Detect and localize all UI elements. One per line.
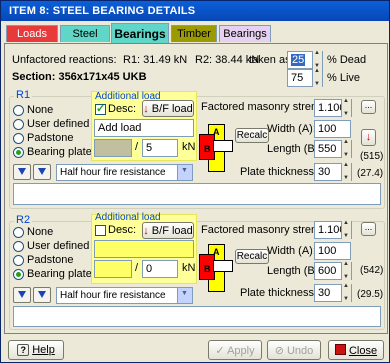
close-icon — [334, 344, 346, 355]
r1-masonry-spinner[interactable] — [341, 98, 351, 117]
r1-thickness-label: Plate thickness: — [240, 166, 318, 178]
dead-percent-value: 25 — [291, 54, 306, 66]
r1-length-hint: (515) — [360, 151, 384, 162]
section-label: Section: 356x171x45 UKB — [12, 71, 147, 83]
bearings-panel: Unfactored reactions: R1: 31.49 kN R2: 3… — [4, 43, 388, 334]
r2-thickness-label: Plate thickness: — [240, 287, 318, 299]
r1-fire-resistance-value: Half hour fire resistance — [60, 167, 166, 178]
r2-load-separator: / — [135, 262, 139, 274]
tab-timber-bearings[interactable]: Bearings — [219, 25, 271, 42]
r1-desc-checkbox[interactable] — [95, 102, 106, 115]
r2-thickness-spinner[interactable] — [341, 283, 351, 302]
r2-fire-dropdown-arrow — [177, 288, 192, 303]
undo-button[interactable]: ⊘ Undo — [267, 340, 321, 360]
help-button[interactable]: ? Help — [8, 340, 64, 360]
r1-desc-label: Desc: — [108, 103, 137, 115]
r1-thickness-hint: (27.4) — [357, 168, 384, 179]
r1-notes-area[interactable] — [13, 183, 381, 205]
r2-bearing-diagram: A B — [199, 244, 233, 294]
r1-fire-resistance-select[interactable]: Half hour fire resistance — [56, 164, 193, 181]
live-percent-input[interactable]: 75 — [287, 68, 323, 87]
r1-load-input[interactable]: 5 — [142, 139, 178, 157]
r2-masonry-more-button[interactable]: ... — [361, 222, 376, 236]
r2-length-input[interactable]: 600 — [314, 261, 352, 280]
tab-timber[interactable]: Timber — [171, 25, 217, 42]
r2-fire-resistance-select[interactable]: Half hour fire resistance — [56, 287, 193, 304]
r1-thickness-input[interactable]: 30 — [314, 162, 352, 181]
apply-button[interactable]: ✓ Apply — [208, 340, 262, 360]
r2-recalc-button[interactable]: Recalc — [235, 249, 269, 264]
r2-move-down-button[interactable] — [13, 287, 31, 303]
r2-arrow-down-icon: ↓ — [143, 225, 149, 237]
live-label: % Live — [327, 72, 361, 84]
live-percent-value: 75 — [291, 72, 304, 84]
window-title: ITEM 8: STEEL BEARING DETAILS — [1, 1, 389, 21]
r1-masonry-more-button[interactable]: ... — [361, 100, 376, 114]
live-percent-spinner[interactable] — [312, 68, 322, 87]
r2-thickness-hint: (29.5) — [357, 289, 384, 300]
r2-diagram-plate — [213, 260, 233, 272]
r1-load-separator: / — [135, 141, 139, 153]
r1-load-left-input[interactable] — [94, 139, 132, 157]
r2-fire-resistance-value: Half hour fire resistance — [60, 290, 166, 301]
tab-bar: Loads Steel Bearings Timber Bearings — [4, 23, 388, 43]
r2-bf-load-button[interactable]: ↓ B/F load — [142, 222, 194, 239]
r2-load-left-input[interactable] — [94, 260, 132, 278]
r1-bf-load-button[interactable]: ↓ B/F load — [142, 100, 194, 117]
r1-thickness-spinner[interactable] — [341, 162, 351, 181]
r1-title: R1 — [14, 89, 33, 101]
r1-desc-input[interactable]: Add load — [94, 119, 194, 137]
r1-length-input[interactable]: 550 — [314, 139, 352, 158]
dead-percent-input[interactable]: 25 — [287, 50, 323, 69]
r1-load-unit: kN — [182, 141, 196, 153]
steel-bearing-details-window: ITEM 8: STEEL BEARING DETAILS Loads Stee… — [0, 0, 390, 363]
r1-fire-dropdown-arrow — [177, 165, 192, 180]
r1-diagram-plate — [213, 140, 233, 152]
r1-recalc-button[interactable]: Recalc — [235, 128, 269, 143]
r2-width-input[interactable]: 100 — [314, 242, 351, 260]
unfactored-reactions-label: Unfactored reactions: — [12, 54, 117, 66]
r2-move-bottom-button[interactable] — [33, 287, 51, 303]
r1-arrow-down-button[interactable]: ↓ — [361, 129, 376, 146]
r2-masonry-input[interactable]: 1.100 — [314, 220, 352, 239]
r1-arrow-down-icon: ↓ — [143, 103, 149, 115]
r2-load-unit: kN — [182, 262, 196, 274]
r2-load-input[interactable]: 0 — [142, 260, 178, 278]
r2-length-spinner[interactable] — [341, 261, 351, 280]
r1-move-bottom-button[interactable] — [33, 164, 51, 180]
r2-title: R2 — [14, 214, 33, 226]
checkmark-icon: ✓ — [215, 345, 225, 357]
dead-percent-spinner[interactable] — [312, 50, 322, 69]
tab-bearings[interactable]: Bearings — [111, 23, 169, 43]
r2-thickness-input[interactable]: 30 — [314, 283, 352, 302]
r1-reaction: R1: 31.49 kN — [123, 54, 188, 66]
help-icon: ? — [17, 344, 30, 356]
r2-desc-input[interactable] — [94, 240, 194, 258]
close-button[interactable]: Close — [328, 340, 384, 360]
r2-masonry-spinner[interactable] — [341, 220, 351, 239]
r1-masonry-input[interactable]: 1.100 — [314, 98, 352, 117]
r2-desc-label: Desc: — [108, 224, 137, 236]
taken-as-label: taken as — [249, 54, 291, 66]
tab-steel[interactable]: Steel — [60, 25, 110, 42]
r1-length-spinner[interactable] — [341, 139, 351, 158]
r1-move-down-button[interactable] — [13, 164, 31, 180]
r2-width-label: Width (A): — [267, 245, 316, 257]
tab-loads[interactable]: Loads — [6, 25, 58, 42]
r1-width-label: Width (A): — [267, 123, 316, 135]
r2-length-hint: (542) — [360, 265, 384, 276]
dialog-button-bar: ? Help ✓ Apply ⊘ Undo Close — [4, 337, 388, 361]
r1-width-input[interactable]: 100 — [314, 120, 351, 138]
r1-bearing-diagram: A B — [199, 124, 233, 174]
r2-notes-area[interactable] — [13, 306, 381, 327]
dead-label: % Dead — [327, 54, 367, 66]
undo-icon: ⊘ — [274, 345, 284, 357]
r2-desc-checkbox[interactable] — [95, 225, 106, 236]
